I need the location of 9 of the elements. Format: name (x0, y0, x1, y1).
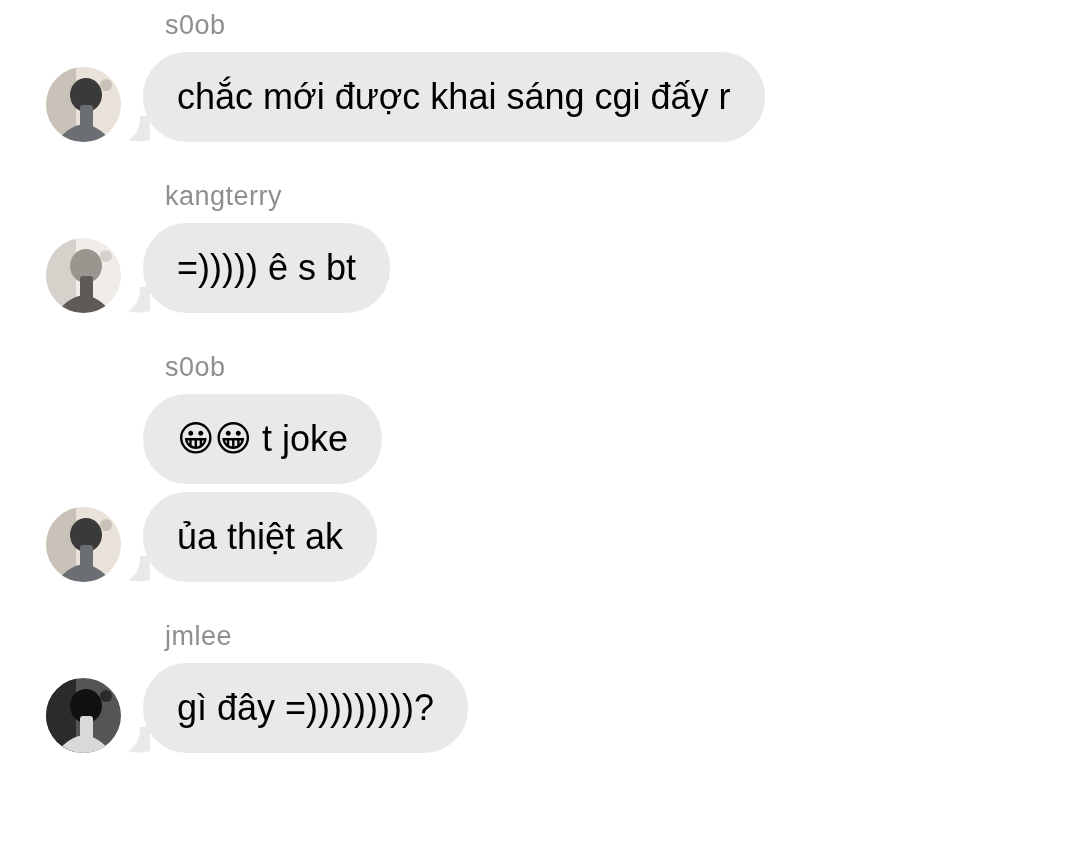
sender-name: kangterry (164, 180, 284, 212)
message-bubble: 😀😀 t joke (143, 394, 383, 484)
message-bubble: =))))) ê s bt (143, 223, 390, 313)
sender-name: jmlee (163, 620, 234, 652)
message-bubble: chắc mới được khai sáng cgi đấy r (143, 52, 765, 142)
message-bubble: ủa thiệt ak (143, 492, 378, 582)
sender-name: s0ob (164, 9, 227, 41)
message-bubble: gì đây =)))))))))? (143, 663, 468, 753)
sender-name: s0ob (164, 351, 227, 383)
